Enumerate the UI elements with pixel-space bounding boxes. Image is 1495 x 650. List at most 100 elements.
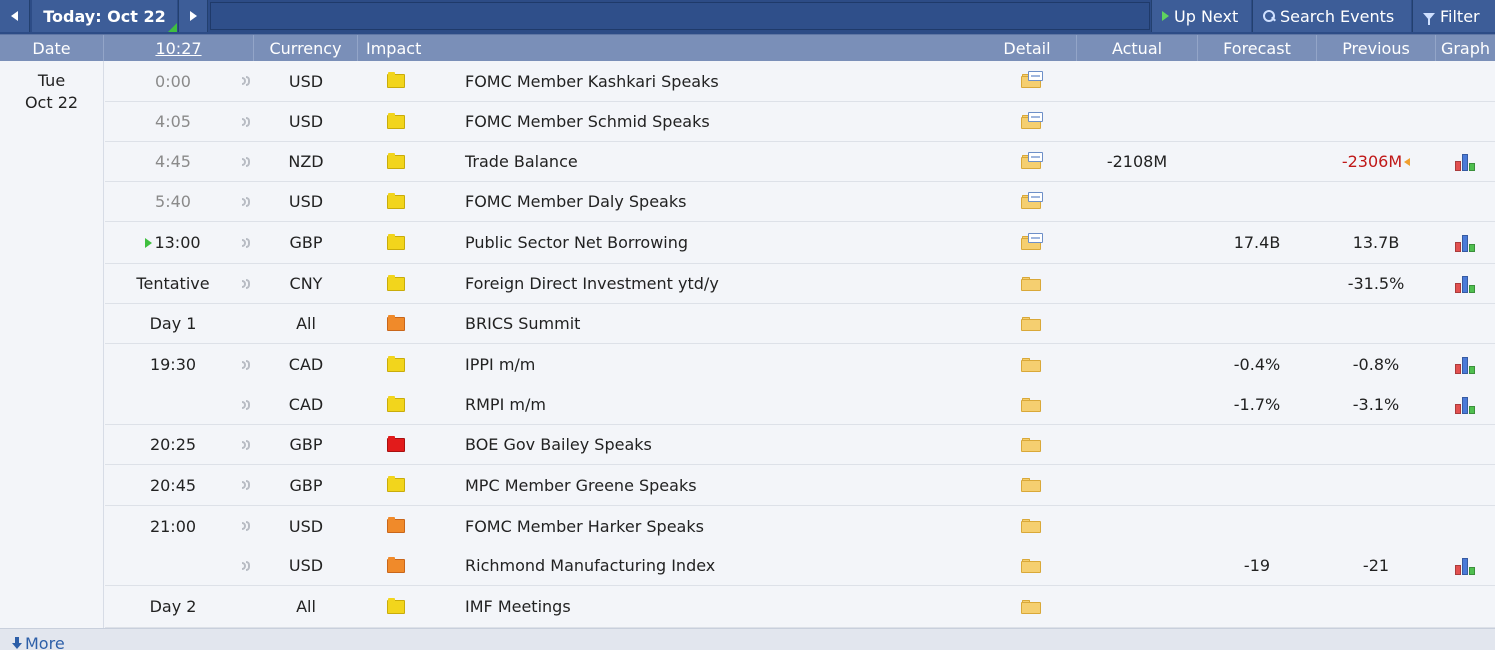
prev-day-button[interactable]: [0, 0, 30, 32]
sound-alert-icon[interactable]: [237, 465, 257, 505]
sound-alert-icon[interactable]: [237, 425, 257, 464]
impact-icon: [356, 142, 436, 181]
event-currency: CAD: [288, 395, 324, 414]
event-row[interactable]: Day 2 All IMF Meetings: [105, 586, 1495, 628]
impact-icon: [356, 425, 436, 464]
sound-alert-icon[interactable]: [237, 61, 257, 101]
event-currency: USD: [288, 556, 324, 575]
event-forecast: -19: [1243, 556, 1271, 575]
today-button[interactable]: Today: Oct 22: [32, 0, 177, 32]
event-forecast: [1198, 465, 1316, 505]
event-row[interactable]: Tentative CNY Foreign Direct Investment yt…: [105, 264, 1495, 304]
event-title[interactable]: Richmond Manufacturing Index: [465, 546, 1025, 585]
event-title[interactable]: FOMC Member Kashkari Speaks: [465, 61, 1025, 101]
detail-folder-icon[interactable]: [1015, 182, 1047, 221]
event-row[interactable]: 13:00 GBP Public Sector Net Borrowing 17.4B…: [105, 222, 1495, 264]
event-title[interactable]: IPPI m/m: [465, 344, 1025, 385]
impact-icon: [356, 61, 436, 101]
day-date: Oct 22: [24, 93, 79, 112]
event-title[interactable]: RMPI m/m: [465, 385, 1025, 424]
detail-folder-icon[interactable]: [1015, 344, 1047, 385]
event-time: 4:45: [105, 142, 241, 181]
event-row[interactable]: Day 1 All BRICS Summit: [105, 304, 1495, 344]
next-day-button[interactable]: [178, 0, 208, 32]
event-previous-value: -31.5%: [1347, 274, 1405, 293]
search-events-button[interactable]: Search Events: [1252, 0, 1411, 32]
event-row[interactable]: 5:40 USD FOMC Member Daly Speaks: [105, 182, 1495, 222]
event-row[interactable]: 19:30 CAD IPPI m/m -0.4% -0.8%: [105, 344, 1495, 385]
sound-alert-icon[interactable]: [237, 385, 257, 424]
filter-label: Filter: [1440, 6, 1480, 26]
event-row[interactable]: 20:45 GBP MPC Member Greene Speaks: [105, 465, 1495, 506]
event-actual: [1077, 506, 1197, 546]
event-forecast: 17.4B: [1233, 233, 1281, 252]
event-title[interactable]: MPC Member Greene Speaks: [465, 465, 1025, 505]
search-icon: [1263, 10, 1275, 22]
sound-alert-icon[interactable]: [237, 222, 257, 263]
impact-icon: [356, 222, 436, 263]
event-time: Day 2: [105, 586, 241, 627]
event-actual: -2108M: [1106, 152, 1168, 171]
sound-alert-icon[interactable]: [237, 506, 257, 546]
graph-icon[interactable]: [1436, 385, 1495, 424]
detail-folder-icon[interactable]: [1015, 385, 1047, 424]
sound-alert-icon[interactable]: [237, 264, 257, 303]
event-forecast: [1198, 61, 1316, 101]
detail-folder-icon[interactable]: [1015, 586, 1047, 627]
graph-icon[interactable]: [1436, 222, 1495, 263]
event-forecast: [1198, 102, 1316, 141]
detail-folder-icon[interactable]: [1015, 102, 1047, 141]
up-next-button[interactable]: Up Next: [1151, 0, 1251, 32]
revision-arrow-icon: [1404, 157, 1411, 166]
sound-alert-icon[interactable]: [237, 344, 257, 385]
event-row[interactable]: 0:00 USD FOMC Member Kashkari Speaks: [105, 61, 1495, 102]
graph-icon[interactable]: [1436, 344, 1495, 385]
arrow-right-icon: [189, 11, 197, 21]
event-row[interactable]: 20:25 GBP BOE Gov Bailey Speaks: [105, 425, 1495, 465]
event-time-text: 20:45: [149, 475, 197, 495]
event-title[interactable]: BOE Gov Bailey Speaks: [465, 425, 1025, 464]
event-row[interactable]: CAD RMPI m/m -1.7% -3.1%: [105, 385, 1495, 425]
graph-icon[interactable]: [1436, 142, 1495, 181]
sound-alert-icon[interactable]: [237, 546, 257, 585]
event-title[interactable]: Trade Balance: [465, 142, 1025, 181]
event-row[interactable]: USD Richmond Manufacturing Index -19 -21: [105, 546, 1495, 586]
detail-folder-icon[interactable]: [1015, 304, 1047, 343]
sound-alert-icon[interactable]: [237, 102, 257, 141]
calendar-footer: More: [0, 628, 1495, 650]
event-title[interactable]: IMF Meetings: [465, 586, 1025, 627]
impact-icon: [356, 304, 436, 343]
event-title[interactable]: FOMC Member Harker Speaks: [465, 506, 1025, 546]
detail-folder-icon[interactable]: [1015, 61, 1047, 101]
filter-button[interactable]: Filter: [1412, 0, 1495, 32]
event-title[interactable]: Foreign Direct Investment ytd/y: [465, 264, 1025, 303]
current-time-link[interactable]: 10:27: [155, 39, 201, 58]
detail-folder-icon[interactable]: [1015, 546, 1047, 585]
event-time: Tentative: [105, 264, 241, 303]
event-previous: [1317, 61, 1435, 101]
sound-alert-icon[interactable]: [237, 182, 257, 221]
event-title[interactable]: Public Sector Net Borrowing: [465, 222, 1025, 263]
graph-icon[interactable]: [1436, 546, 1495, 585]
event-title[interactable]: FOMC Member Schmid Speaks: [465, 102, 1025, 141]
event-title[interactable]: FOMC Member Daly Speaks: [465, 182, 1025, 221]
detail-folder-icon[interactable]: [1015, 142, 1047, 181]
detail-folder-icon[interactable]: [1015, 222, 1047, 263]
detail-folder-icon[interactable]: [1015, 425, 1047, 464]
impact-icon: [356, 385, 436, 424]
event-actual: [1077, 222, 1197, 263]
event-row[interactable]: 21:00 USD FOMC Member Harker Speaks: [105, 506, 1495, 546]
event-currency: CAD: [288, 355, 324, 374]
event-time-text: 13:00: [154, 233, 201, 252]
event-time-text: Tentative: [136, 274, 210, 293]
sound-alert-icon[interactable]: [237, 142, 257, 181]
event-row[interactable]: 4:45 NZD Trade Balance -2108M -2306M: [105, 142, 1495, 182]
graph-icon[interactable]: [1436, 264, 1495, 303]
event-time-text: 5:40: [155, 192, 191, 211]
event-title[interactable]: BRICS Summit: [465, 304, 1025, 343]
detail-folder-icon[interactable]: [1015, 264, 1047, 303]
detail-folder-icon[interactable]: [1015, 506, 1047, 546]
detail-folder-icon[interactable]: [1015, 465, 1047, 505]
more-link[interactable]: More: [12, 634, 65, 650]
event-row[interactable]: 4:05 USD FOMC Member Schmid Speaks: [105, 102, 1495, 142]
